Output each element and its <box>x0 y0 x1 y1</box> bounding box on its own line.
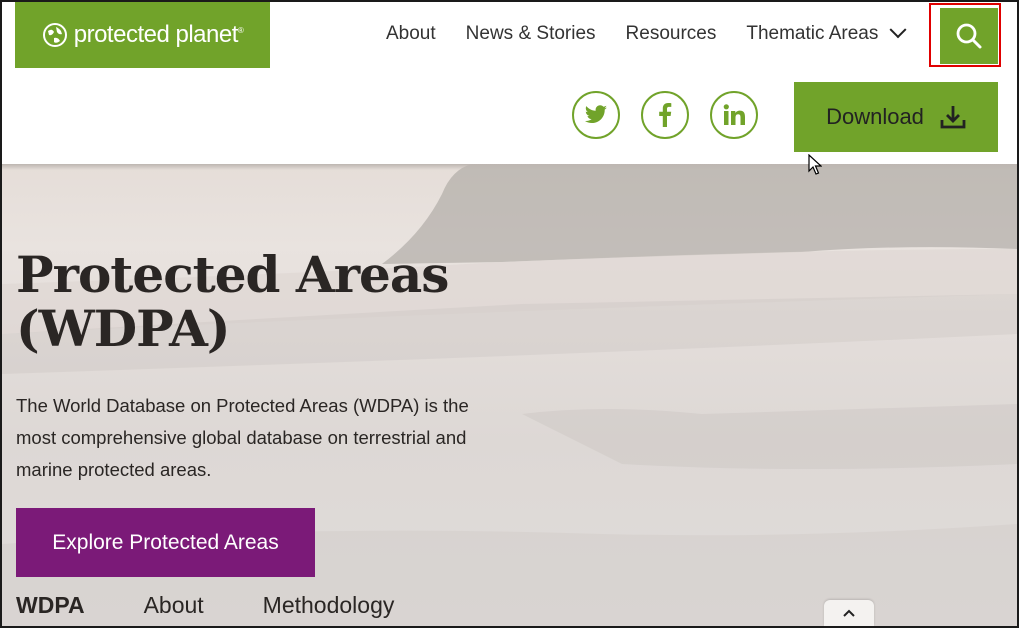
search-icon <box>956 23 982 49</box>
page-subnav: WDPA About Methodology <box>16 592 394 619</box>
facebook-icon <box>659 103 672 127</box>
download-button[interactable]: Download <box>794 82 998 152</box>
tab-methodology[interactable]: Methodology <box>263 592 395 619</box>
nav-thematic-areas[interactable]: Thematic Areas <box>746 20 907 48</box>
linkedin-icon <box>723 104 745 125</box>
nav-about[interactable]: About <box>386 20 436 48</box>
main-nav: About News & Stories Resources Thematic … <box>386 20 907 48</box>
logo-link[interactable]: protected planet® <box>15 2 270 68</box>
download-label: Download <box>826 104 924 129</box>
nav-resources[interactable]: Resources <box>626 20 717 48</box>
globe-icon <box>42 23 67 47</box>
nav-news-stories[interactable]: News & Stories <box>466 20 596 48</box>
linkedin-button[interactable] <box>710 91 758 139</box>
search-button[interactable] <box>940 8 998 64</box>
browser-viewport: protected planet® About News & Stories R… <box>0 0 1019 628</box>
search-highlight <box>929 3 1001 67</box>
site-header: protected planet® About News & Stories R… <box>2 2 1017 164</box>
twitter-icon <box>585 105 607 123</box>
twitter-button[interactable] <box>572 91 620 139</box>
chevron-up-icon <box>843 609 855 617</box>
page-title: Protected Areas (WDPA) <box>16 245 449 358</box>
explore-protected-areas-button[interactable]: Explore Protected Areas <box>16 508 315 577</box>
facebook-button[interactable] <box>641 91 689 139</box>
download-icon <box>940 106 966 129</box>
mouse-cursor-icon <box>808 154 822 175</box>
hero-section: Protected Areas (WDPA) The World Databas… <box>2 164 1017 626</box>
scroll-up-button[interactable] <box>824 600 874 626</box>
tab-about[interactable]: About <box>144 592 204 619</box>
page-description: The World Database on Protected Areas (W… <box>16 395 469 480</box>
header-shadow <box>2 164 1017 170</box>
chevron-down-icon <box>889 21 907 39</box>
tab-wdpa[interactable]: WDPA <box>16 592 85 619</box>
logo-text: protected planet® <box>73 21 244 48</box>
